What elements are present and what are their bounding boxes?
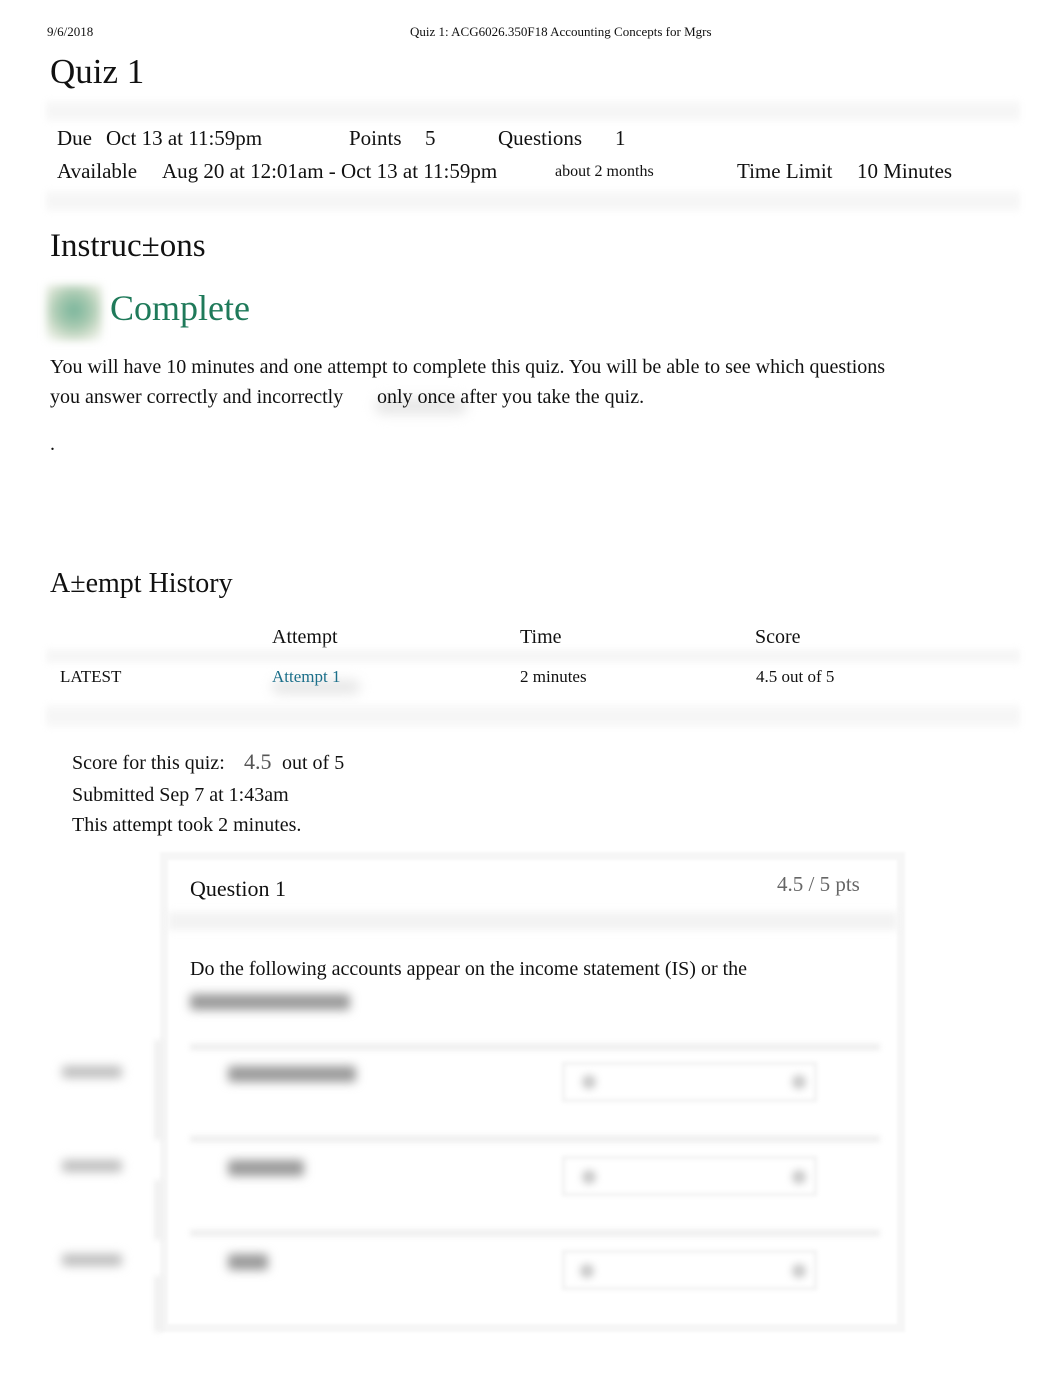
status-complete: Complete bbox=[110, 288, 250, 328]
due-value: Oct 13 at 11:59pm bbox=[106, 126, 263, 150]
dropdown-value bbox=[582, 1075, 596, 1089]
blurred-prompt-continuation bbox=[190, 994, 350, 1010]
table-divider bbox=[46, 648, 1020, 664]
due-label: Due bbox=[57, 126, 92, 150]
table-divider bbox=[46, 704, 1020, 728]
blurred-answer-tag bbox=[62, 1254, 122, 1266]
row-marker-line bbox=[155, 1276, 161, 1332]
answer-dropdown[interactable] bbox=[562, 1156, 817, 1196]
available-value: Aug 20 at 12:01am - Oct 13 at 11:59pm bbox=[162, 159, 498, 183]
divider bbox=[46, 190, 1020, 212]
instructions-line-2a: you answer correctly and incorrectly bbox=[50, 386, 344, 408]
time-limit-value: 10 Minutes bbox=[857, 159, 953, 183]
questions-label: Questions bbox=[498, 126, 582, 150]
attempt-link[interactable]: Attempt 1 bbox=[272, 667, 340, 687]
points-value: 5 bbox=[425, 126, 436, 150]
complete-checkmark-icon bbox=[46, 285, 102, 341]
question-prompt: Do the following accounts appear on the … bbox=[190, 958, 748, 980]
attempt-history-heading: A±empt History bbox=[50, 568, 233, 599]
chevron-down-icon bbox=[792, 1264, 806, 1278]
divider bbox=[46, 100, 1020, 122]
row-marker-line bbox=[155, 1180, 161, 1240]
answer-dropdown[interactable] bbox=[562, 1250, 817, 1290]
print-page-title: Quiz 1: ACG6026.350F18 Accounting Concep… bbox=[410, 24, 712, 39]
instructions-line-1: You will have 10 minutes and one attempt… bbox=[50, 356, 886, 378]
question-points: 4.5 / 5 pts bbox=[777, 872, 860, 896]
attempt-score: 4.5 out of 5 bbox=[756, 667, 835, 686]
blurred-answer-tag bbox=[62, 1160, 122, 1172]
answer-dropdown[interactable] bbox=[562, 1062, 817, 1102]
available-label: Available bbox=[57, 159, 138, 183]
chevron-down-icon bbox=[792, 1170, 806, 1184]
blurred-account-label bbox=[228, 1066, 356, 1082]
column-header-attempt: Attempt bbox=[272, 626, 338, 648]
row-tag: LATEST bbox=[60, 667, 122, 686]
score-label: Score for this quiz: bbox=[72, 752, 225, 774]
available-duration: about 2 months bbox=[555, 163, 654, 180]
row-divider bbox=[190, 1230, 880, 1236]
time-limit-label: Time Limit bbox=[737, 159, 833, 183]
score-total: out of 5 bbox=[282, 752, 345, 774]
score-value: 4.5 bbox=[244, 749, 272, 774]
question-header-divider bbox=[168, 912, 898, 930]
page-title: Quiz 1 bbox=[50, 52, 145, 91]
blurred-answer-tag bbox=[62, 1066, 122, 1078]
column-header-time: Time bbox=[520, 626, 562, 648]
blurred-account-label bbox=[228, 1254, 268, 1270]
instructions-line-2b: only once after you take the quiz. bbox=[377, 386, 645, 408]
row-marker-line bbox=[155, 1040, 161, 1140]
row-divider bbox=[190, 1136, 880, 1142]
chevron-down-icon bbox=[792, 1075, 806, 1089]
column-header-score: Score bbox=[755, 626, 801, 648]
dropdown-value bbox=[580, 1264, 594, 1278]
questions-value: 1 bbox=[615, 126, 626, 150]
print-date: 9/6/2018 bbox=[47, 24, 94, 39]
submitted-time: Submitted Sep 7 at 1:43am bbox=[72, 784, 289, 806]
instructions-trailing: . bbox=[50, 433, 55, 455]
attempt-duration: This attempt took 2 minutes. bbox=[72, 814, 302, 836]
question-title: Question 1 bbox=[190, 876, 286, 901]
points-label: Points bbox=[349, 126, 402, 150]
row-divider bbox=[190, 1044, 880, 1050]
dropdown-value bbox=[582, 1170, 596, 1184]
attempt-time: 2 minutes bbox=[520, 667, 587, 686]
instructions-heading: Instruc±ons bbox=[50, 228, 206, 264]
blurred-account-label bbox=[228, 1160, 304, 1176]
